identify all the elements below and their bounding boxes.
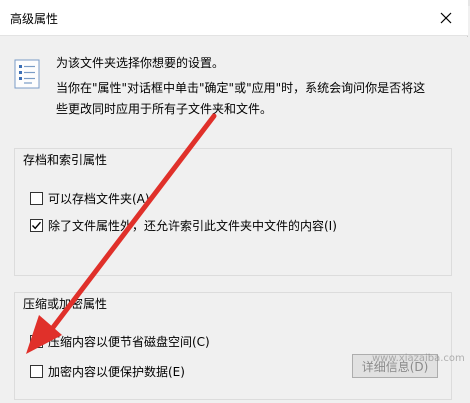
checkbox-label: 除了文件属性外，还允许索引此文件夹中文件的内容(I): [48, 219, 337, 233]
checkbox-box[interactable]: [30, 335, 43, 348]
intro-text: 为该文件夹选择你想要的设置。: [56, 56, 225, 70]
archive-index-group: 存档和索引属性 可以存档文件夹(A) 除了文件属性外，还允许索引此文件夹中文件的…: [14, 148, 452, 276]
close-button[interactable]: [428, 4, 464, 32]
intro-description-line: 些更改同时应用于所有子文件夹和文件。: [56, 102, 273, 116]
archive-folder-checkbox[interactable]: 可以存档文件夹(A): [30, 190, 150, 207]
checkbox-label: 可以存档文件夹(A): [48, 192, 150, 206]
compress-encrypt-group: 压缩或加密属性 压缩内容以便节省磁盘空间(C) 加密内容以便保护数据(E): [14, 292, 452, 400]
checkmark-icon: [31, 221, 42, 230]
watermark-text: www.xiazaiba.com: [372, 353, 465, 364]
checklist-icon: [14, 59, 40, 89]
advanced-attributes-dialog: 高级属性 为该文件夹选择你想要的设置。 当你在"属性"对话框中单击"确定"或"应…: [0, 0, 468, 403]
title-bar[interactable]: 高级属性: [0, 0, 468, 36]
group-title-archive: 存档和索引属性: [23, 151, 108, 168]
checkbox-box[interactable]: [30, 192, 43, 205]
compress-contents-checkbox[interactable]: 压缩内容以便节省磁盘空间(C): [30, 333, 210, 350]
group-title-compress: 压缩或加密属性: [23, 295, 108, 312]
dialog-body: 为该文件夹选择你想要的设置。 当你在"属性"对话框中单击"确定"或"应用"时，系…: [0, 37, 468, 403]
checkbox-label: 加密内容以便保护数据(E): [48, 365, 185, 379]
close-icon: [440, 12, 452, 24]
checkbox-box[interactable]: [30, 365, 43, 378]
checkbox-label: 压缩内容以便节省磁盘空间(C): [48, 335, 210, 349]
dialog-title: 高级属性: [10, 12, 59, 26]
checkmark-icon: [31, 337, 42, 346]
encrypt-contents-checkbox[interactable]: 加密内容以便保护数据(E): [30, 363, 185, 380]
checkbox-box[interactable]: [30, 219, 43, 232]
allow-indexing-checkbox[interactable]: 除了文件属性外，还允许索引此文件夹中文件的内容(I): [30, 217, 337, 234]
intro-description-line: 当你在"属性"对话框中单击"确定"或"应用"时，系统会询问你是否将这: [56, 81, 426, 95]
